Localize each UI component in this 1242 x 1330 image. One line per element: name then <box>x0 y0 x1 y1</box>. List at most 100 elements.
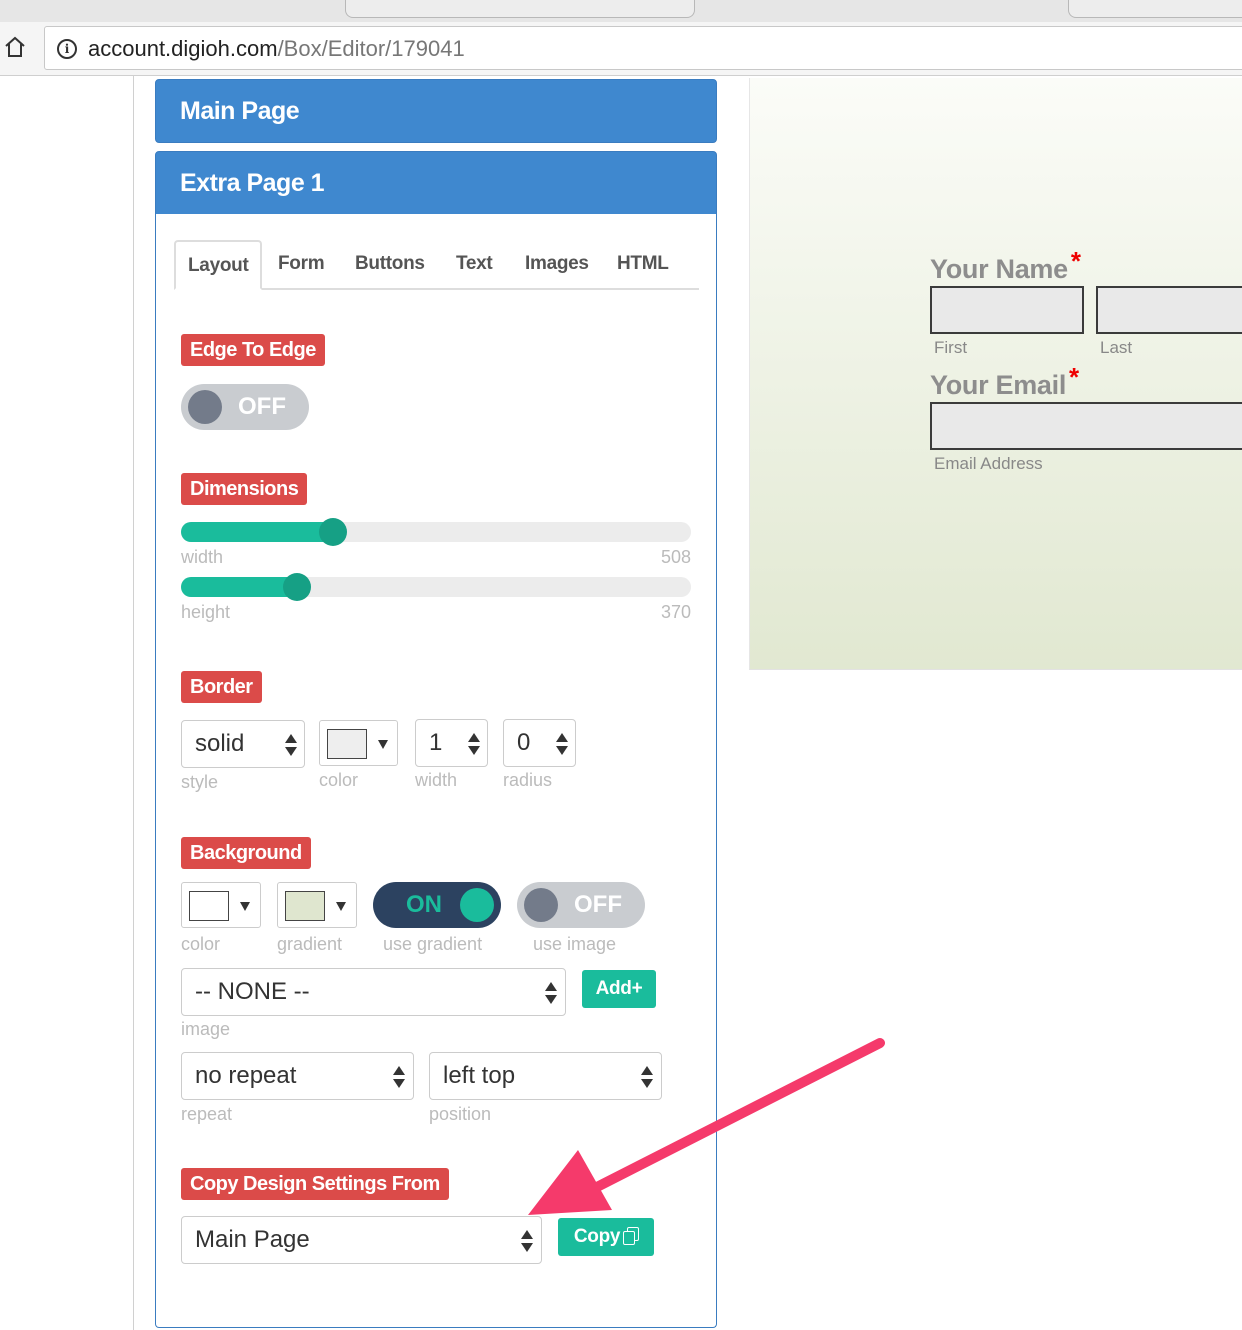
border-width-caption: width <box>415 770 458 790</box>
box-preview: Your Name * First Last Your Email * Email … <box>749 78 1242 670</box>
updown-arrows-icon <box>393 1066 405 1088</box>
border-width-stepper[interactable]: 1 <box>415 719 488 767</box>
slider-thumb[interactable] <box>283 573 311 601</box>
toggle-knob <box>188 390 222 424</box>
background-position-value: left top <box>443 1062 516 1089</box>
browser-tab[interactable] <box>345 0 695 18</box>
copy-source-value: Main Page <box>195 1226 310 1253</box>
extra-page-title: Extra Page 1 <box>180 169 325 197</box>
width-caption: width <box>181 547 224 567</box>
toggle-knob <box>524 888 558 922</box>
first-name-caption: First <box>934 338 968 357</box>
tab-form[interactable]: Form <box>278 240 325 290</box>
slider-fill <box>181 522 333 542</box>
editor-left-border <box>133 76 134 1330</box>
toggle-state: ON <box>406 891 442 918</box>
edge-to-edge-toggle[interactable]: OFF <box>181 384 309 430</box>
use-image-toggle[interactable]: OFF <box>517 882 645 928</box>
border-radius-caption: radius <box>503 770 553 790</box>
main-page-title: Main Page <box>180 97 300 125</box>
first-name-input[interactable] <box>930 286 1084 334</box>
add-image-button[interactable]: Add+ <box>582 970 656 1008</box>
background-color-caption: color <box>181 934 221 954</box>
background-position-caption: position <box>429 1104 492 1124</box>
copy-design-label: Copy Design Settings From <box>181 1168 449 1200</box>
browser-tab[interactable] <box>1068 0 1242 18</box>
caret-down-icon <box>240 902 250 911</box>
background-image-caption: image <box>181 1019 231 1039</box>
browser-toolbar: i account.digioh.com/Box/Editor/179041 <box>0 22 1242 76</box>
color-swatch <box>327 729 367 759</box>
caret-down-icon <box>378 740 388 749</box>
toggle-state: OFF <box>238 393 286 420</box>
tab-layout[interactable]: Layout <box>174 240 263 290</box>
browser-tab-strip <box>0 0 1242 22</box>
background-gradient-picker[interactable] <box>277 882 357 928</box>
copy-button-label: Copy <box>573 1226 621 1247</box>
updown-arrows-icon <box>545 982 557 1004</box>
name-field-label: Your Name * <box>930 246 1081 284</box>
background-repeat-caption: repeat <box>181 1104 233 1124</box>
background-repeat-select[interactable]: no repeat <box>181 1052 414 1100</box>
width-value: 508 <box>660 547 691 567</box>
border-radius-value: 0 <box>517 729 531 756</box>
use-gradient-toggle[interactable]: ON <box>373 882 501 928</box>
background-gradient-caption: gradient <box>277 934 343 954</box>
address-bar[interactable]: i account.digioh.com/Box/Editor/179041 <box>44 26 1242 70</box>
tab-images[interactable]: Images <box>525 240 589 290</box>
last-name-input[interactable] <box>1096 286 1242 334</box>
border-style-select[interactable]: solid <box>181 720 305 768</box>
border-style-caption: style <box>181 772 219 792</box>
background-position-select[interactable]: left top <box>429 1052 662 1100</box>
email-field-label: Your Email * <box>930 362 1079 400</box>
caret-down-icon <box>336 902 346 911</box>
height-slider[interactable] <box>181 573 691 601</box>
slider-fill <box>181 577 297 597</box>
email-input[interactable] <box>930 402 1242 450</box>
edge-to-edge-label: Edge To Edge <box>181 334 325 366</box>
copy-source-select[interactable]: Main Page <box>181 1216 542 1264</box>
copy-icon <box>623 1227 640 1245</box>
tab-buttons[interactable]: Buttons <box>355 240 425 290</box>
background-repeat-value: no repeat <box>195 1062 297 1089</box>
updown-arrows-icon <box>521 1230 533 1252</box>
updown-arrows-icon <box>468 733 480 755</box>
width-slider[interactable] <box>181 518 691 546</box>
border-label: Border <box>181 671 262 703</box>
updown-arrows-icon <box>285 734 297 756</box>
extra-page-header[interactable]: Extra Page 1 <box>155 151 717 215</box>
background-image-select[interactable]: -- NONE -- <box>181 968 566 1016</box>
toggle-state: OFF <box>574 891 622 918</box>
height-value: 370 <box>660 602 691 622</box>
tab-text[interactable]: Text <box>456 240 493 290</box>
border-style-value: solid <box>195 730 245 757</box>
required-mark: * <box>1070 246 1081 276</box>
border-width-value: 1 <box>429 729 443 756</box>
background-color-picker[interactable] <box>181 882 261 928</box>
tab-html[interactable]: HTML <box>617 240 669 290</box>
copy-button[interactable]: Copy <box>558 1218 654 1256</box>
border-color-picker[interactable] <box>319 720 398 766</box>
updown-arrows-icon <box>556 733 568 755</box>
use-image-caption: use image <box>533 934 617 954</box>
color-swatch <box>189 891 229 921</box>
border-color-caption: color <box>319 770 359 790</box>
dimensions-label: Dimensions <box>181 473 308 505</box>
border-radius-stepper[interactable]: 0 <box>503 719 576 767</box>
color-swatch <box>285 891 325 921</box>
height-caption: height <box>181 602 231 622</box>
background-label: Background <box>181 837 311 869</box>
info-icon[interactable]: i <box>57 39 77 59</box>
settings-tabs: Layout Form Buttons Text Images HTML <box>174 240 699 290</box>
background-image-value: -- NONE -- <box>195 978 310 1005</box>
email-caption: Email Address <box>934 454 1043 473</box>
main-page-header[interactable]: Main Page <box>155 79 717 143</box>
toggle-knob <box>460 888 494 922</box>
home-icon[interactable] <box>4 35 26 59</box>
use-gradient-caption: use gradient <box>383 934 483 954</box>
last-name-caption: Last <box>1100 338 1133 357</box>
slider-thumb[interactable] <box>319 518 347 546</box>
updown-arrows-icon <box>641 1066 653 1088</box>
required-mark: * <box>1069 362 1079 392</box>
url-text: account.digioh.com/Box/Editor/179041 <box>88 36 465 61</box>
